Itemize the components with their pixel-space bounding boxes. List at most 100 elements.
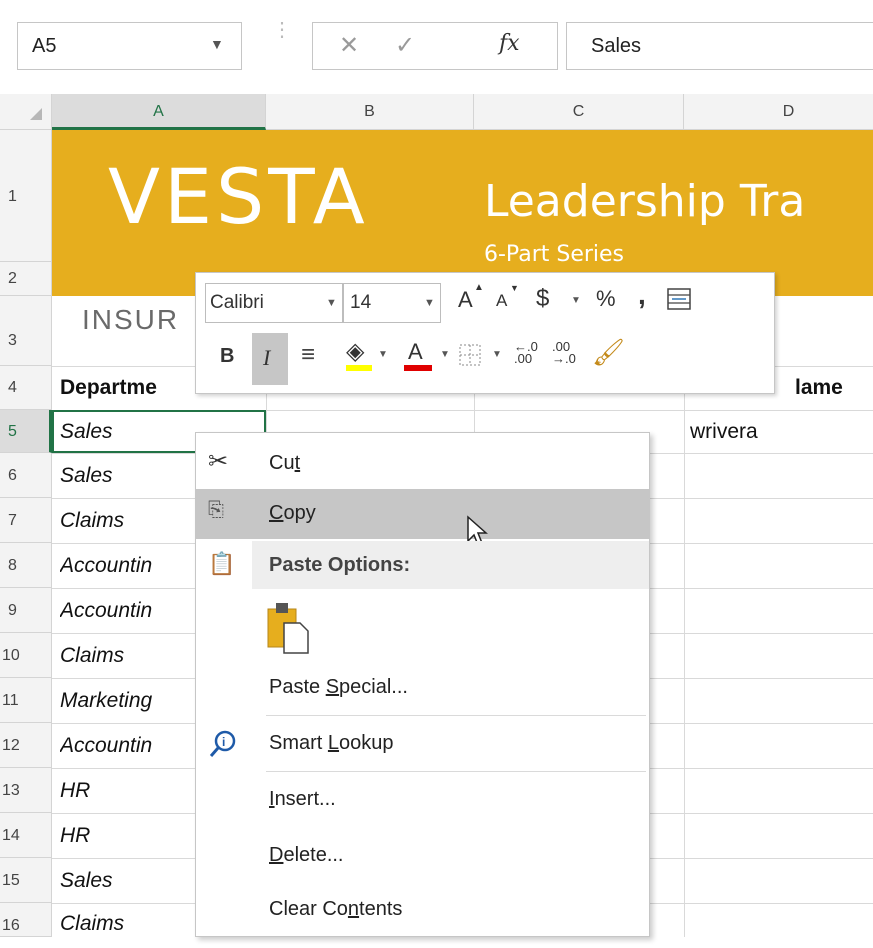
chevron-down-icon[interactable]: ▼ <box>440 349 450 360</box>
menu-separator <box>266 715 646 716</box>
cell-department[interactable]: Accountin <box>60 599 152 623</box>
smart-lookup-icon: i <box>209 730 236 757</box>
logo-text: VESTA <box>108 152 369 241</box>
row-header-14[interactable]: 14 <box>0 813 52 858</box>
grow-font-icon[interactable]: A <box>458 287 473 313</box>
cell-d5[interactable]: wrivera <box>690 420 758 444</box>
chevron-down-icon[interactable]: ▼ <box>210 36 224 52</box>
menu-item-paste-special[interactable]: Paste Special... <box>196 663 649 713</box>
context-menu: ✂ Cut ⎘ Copy 📋 Paste Options: Paste Spec… <box>195 432 650 937</box>
row-header-15[interactable]: 15 <box>0 858 52 903</box>
column-header-d[interactable]: D <box>684 94 873 130</box>
font-name-box[interactable]: Calibri ▼ <box>205 283 343 323</box>
menu-item-label: Paste Special... <box>269 676 408 698</box>
menu-item-delete[interactable]: Delete... <box>196 831 649 881</box>
row-header-5[interactable]: 5 <box>0 410 52 453</box>
cell-department[interactable]: Claims <box>60 509 124 533</box>
cell-department[interactable]: Accountin <box>60 734 152 758</box>
cancel-icon[interactable]: ✕ <box>339 31 359 60</box>
cell-department[interactable]: Sales <box>60 464 113 488</box>
font-size-value: 14 <box>350 292 372 313</box>
menu-item-smart-lookup[interactable]: i Smart Lookup <box>196 719 649 769</box>
clipboard-icon: 📋 <box>208 551 236 576</box>
formula-bar: A5 ▼ ⋮ ✕ ✓ fx Sales <box>0 0 873 94</box>
cell-department[interactable]: HR <box>60 824 90 848</box>
row-header-9[interactable]: 9 <box>0 588 52 633</box>
drag-handle-icon[interactable]: ⋮ <box>272 20 292 40</box>
insert-function-icon[interactable]: fx <box>499 31 520 56</box>
row-header-4[interactable]: 4 <box>0 366 52 410</box>
select-all-button[interactable] <box>0 94 52 130</box>
header-cell-department[interactable]: Departme <box>60 376 157 400</box>
insurance-label: INSUR <box>82 304 180 335</box>
svg-text:i: i <box>222 735 225 749</box>
row-header-3[interactable]: 3 <box>0 296 52 366</box>
row-header-16[interactable]: 16 <box>0 903 52 937</box>
cell-department[interactable]: Claims <box>60 912 124 936</box>
banner-subtitle: 6-Part Series <box>484 242 625 267</box>
font-color-swatch <box>404 365 432 371</box>
menu-item-label: Cut <box>269 452 301 474</box>
menu-separator <box>266 771 646 772</box>
font-size-box[interactable]: 14 ▼ <box>343 283 441 323</box>
chevron-down-icon[interactable]: ▼ <box>326 297 337 309</box>
row-header-11[interactable]: 11 <box>0 678 52 723</box>
formula-input[interactable]: Sales <box>566 22 873 70</box>
column-header-a[interactable]: A <box>52 94 266 130</box>
merge-center-icon[interactable] <box>666 287 694 313</box>
formula-value: Sales <box>591 35 642 57</box>
name-box-value: A5 <box>32 35 57 57</box>
chevron-down-icon[interactable]: ▼ <box>492 349 502 360</box>
cell-department[interactable]: Claims <box>60 644 124 668</box>
format-painter-icon[interactable]: 🖌 <box>592 337 625 368</box>
menu-item-cut[interactable]: ✂ Cut <box>196 439 649 489</box>
increase-decimal-icon[interactable]: ←.0.00 <box>514 340 538 365</box>
cell-department[interactable]: HR <box>60 779 90 803</box>
paste-clipboard-icon[interactable] <box>264 599 316 655</box>
grow-arrow-icon: ▲ <box>474 282 484 293</box>
borders-icon[interactable] <box>458 343 484 367</box>
bold-button[interactable]: B <box>220 345 234 368</box>
menu-item-clear-contents[interactable]: Clear Contents <box>196 885 649 935</box>
menu-item-insert[interactable]: Insert... <box>196 775 649 825</box>
fill-color-swatch <box>346 365 372 371</box>
chevron-down-icon[interactable]: ▼ <box>571 295 581 306</box>
chevron-down-icon[interactable]: ▼ <box>424 297 435 309</box>
row-header-10[interactable]: 10 <box>0 633 52 678</box>
currency-icon[interactable]: $ <box>536 285 549 313</box>
italic-button-bg[interactable]: I <box>252 333 288 385</box>
row-header-12[interactable]: 12 <box>0 723 52 768</box>
align-center-icon[interactable]: ≡ <box>301 341 315 369</box>
decrease-decimal-icon[interactable]: .00 →.0 <box>552 340 576 365</box>
column-header-c[interactable]: C <box>474 94 684 130</box>
mini-toolbar: Calibri ▼ 14 ▼ A ▲ A ▼ $ ▼ % , B I ≡ ◈ ▼… <box>195 272 775 394</box>
row-header-13[interactable]: 13 <box>0 768 52 813</box>
font-name-value: Calibri <box>210 292 264 313</box>
row-header-1[interactable]: 1 <box>0 130 52 262</box>
fill-color-icon[interactable]: ◈ <box>346 337 364 366</box>
formula-buttons: ✕ ✓ fx <box>312 22 558 70</box>
row-header-6[interactable]: 6 <box>0 453 52 498</box>
shrink-arrow-icon: ▼ <box>510 283 519 293</box>
menu-item-label: Delete... <box>269 844 344 866</box>
enter-icon[interactable]: ✓ <box>395 31 415 60</box>
header-cell-user-name[interactable]: lame <box>795 376 843 400</box>
row-header-8[interactable]: 8 <box>0 543 52 588</box>
cell-department[interactable]: Sales <box>60 869 113 893</box>
menu-item-label: Copy <box>269 502 316 524</box>
name-box[interactable]: A5 ▼ <box>17 22 242 70</box>
column-header-row: A B C D <box>0 94 873 130</box>
column-header-b[interactable]: B <box>266 94 474 130</box>
percent-icon[interactable]: % <box>596 286 616 312</box>
font-color-icon[interactable]: A <box>408 339 423 365</box>
chevron-down-icon[interactable]: ▼ <box>378 349 388 360</box>
copy-icon: ⎘ <box>208 499 224 521</box>
comma-style-icon[interactable]: , <box>638 279 646 311</box>
menu-item-copy[interactable]: ⎘ Copy <box>196 489 649 547</box>
row-header-2[interactable]: 2 <box>0 262 52 296</box>
cell-department[interactable]: Accountin <box>60 554 152 578</box>
italic-button: I <box>263 345 271 370</box>
shrink-font-icon[interactable]: A <box>496 291 507 311</box>
cell-department[interactable]: Marketing <box>60 689 152 713</box>
row-header-7[interactable]: 7 <box>0 498 52 543</box>
